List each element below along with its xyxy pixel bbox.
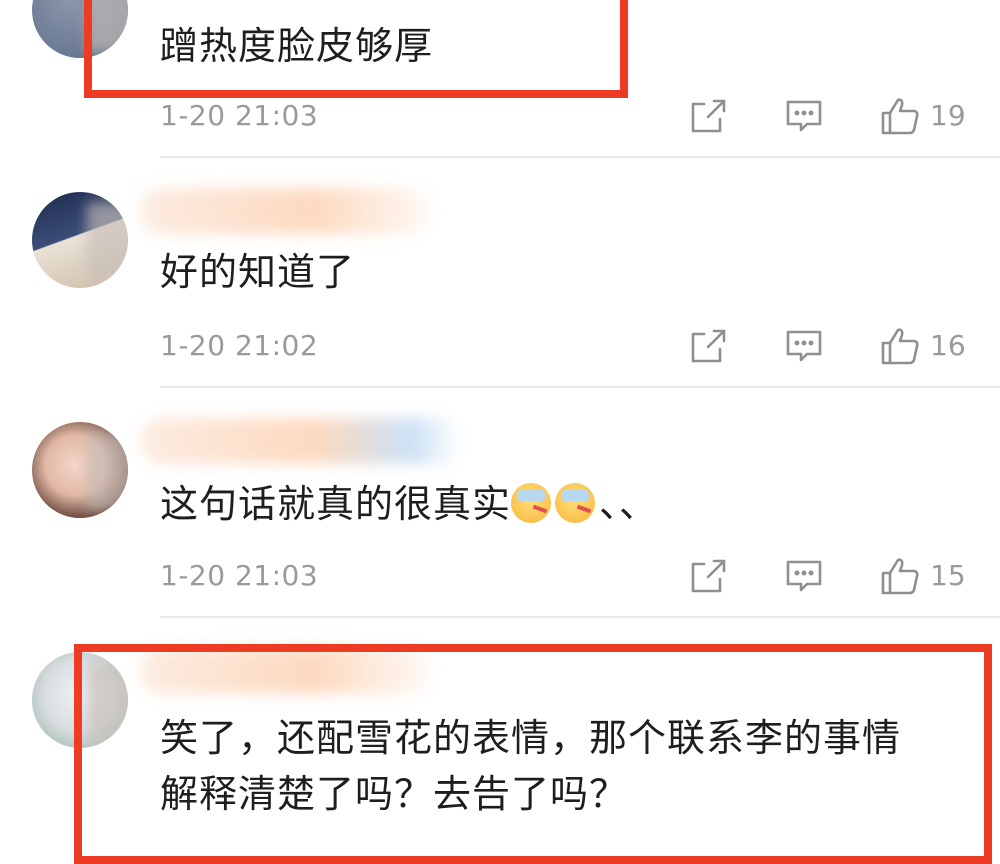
divider [160, 156, 1000, 158]
divider [160, 616, 1000, 618]
reply-button[interactable] [784, 326, 824, 366]
comment-time: 1-20 21:03 [160, 99, 319, 132]
share-icon [691, 559, 726, 593]
reply-icon [786, 100, 822, 132]
reply-button[interactable] [784, 556, 824, 596]
comment-meta: 1-20 21:03 15 [160, 556, 1000, 596]
share-icon [691, 99, 726, 133]
like-count: 15 [930, 559, 966, 592]
username-blurred [140, 188, 430, 234]
like-icon [881, 558, 919, 595]
cold-sweat-emoji-icon [511, 483, 552, 523]
like-icon [881, 98, 919, 135]
comment-meta: 1-20 21:02 16 [160, 326, 1000, 366]
avatar[interactable] [32, 422, 128, 518]
comment-meta: 1-20 21:03 19 [160, 96, 1000, 136]
comment-text-suffix: 、、 [599, 482, 659, 526]
reply-icon [786, 560, 822, 592]
like-count: 19 [930, 99, 966, 132]
comment-text: 这句话就真的很真实 、、 [160, 476, 970, 532]
like-button[interactable]: 15 [880, 556, 970, 596]
share-button[interactable] [688, 96, 728, 136]
comment-text-main: 这句话就真的很真实 [160, 482, 512, 526]
cold-sweat-emoji-icon [555, 483, 596, 523]
comment-text: 好的知道了 [160, 250, 356, 294]
share-button[interactable] [688, 326, 728, 366]
like-count: 16 [930, 329, 966, 362]
comment-time: 1-20 21:02 [160, 329, 319, 362]
red-highlight-box [84, 0, 628, 98]
share-button[interactable] [688, 556, 728, 596]
like-button[interactable]: 16 [880, 326, 970, 366]
share-icon [691, 329, 726, 363]
username-blurred [140, 418, 460, 464]
like-button[interactable]: 19 [880, 96, 970, 136]
red-highlight-box [74, 644, 992, 864]
like-icon [881, 328, 919, 365]
divider [160, 386, 1000, 388]
comment-time: 1-20 21:03 [160, 559, 319, 592]
avatar[interactable] [32, 192, 128, 288]
reply-button[interactable] [784, 96, 824, 136]
reply-icon [786, 330, 822, 362]
